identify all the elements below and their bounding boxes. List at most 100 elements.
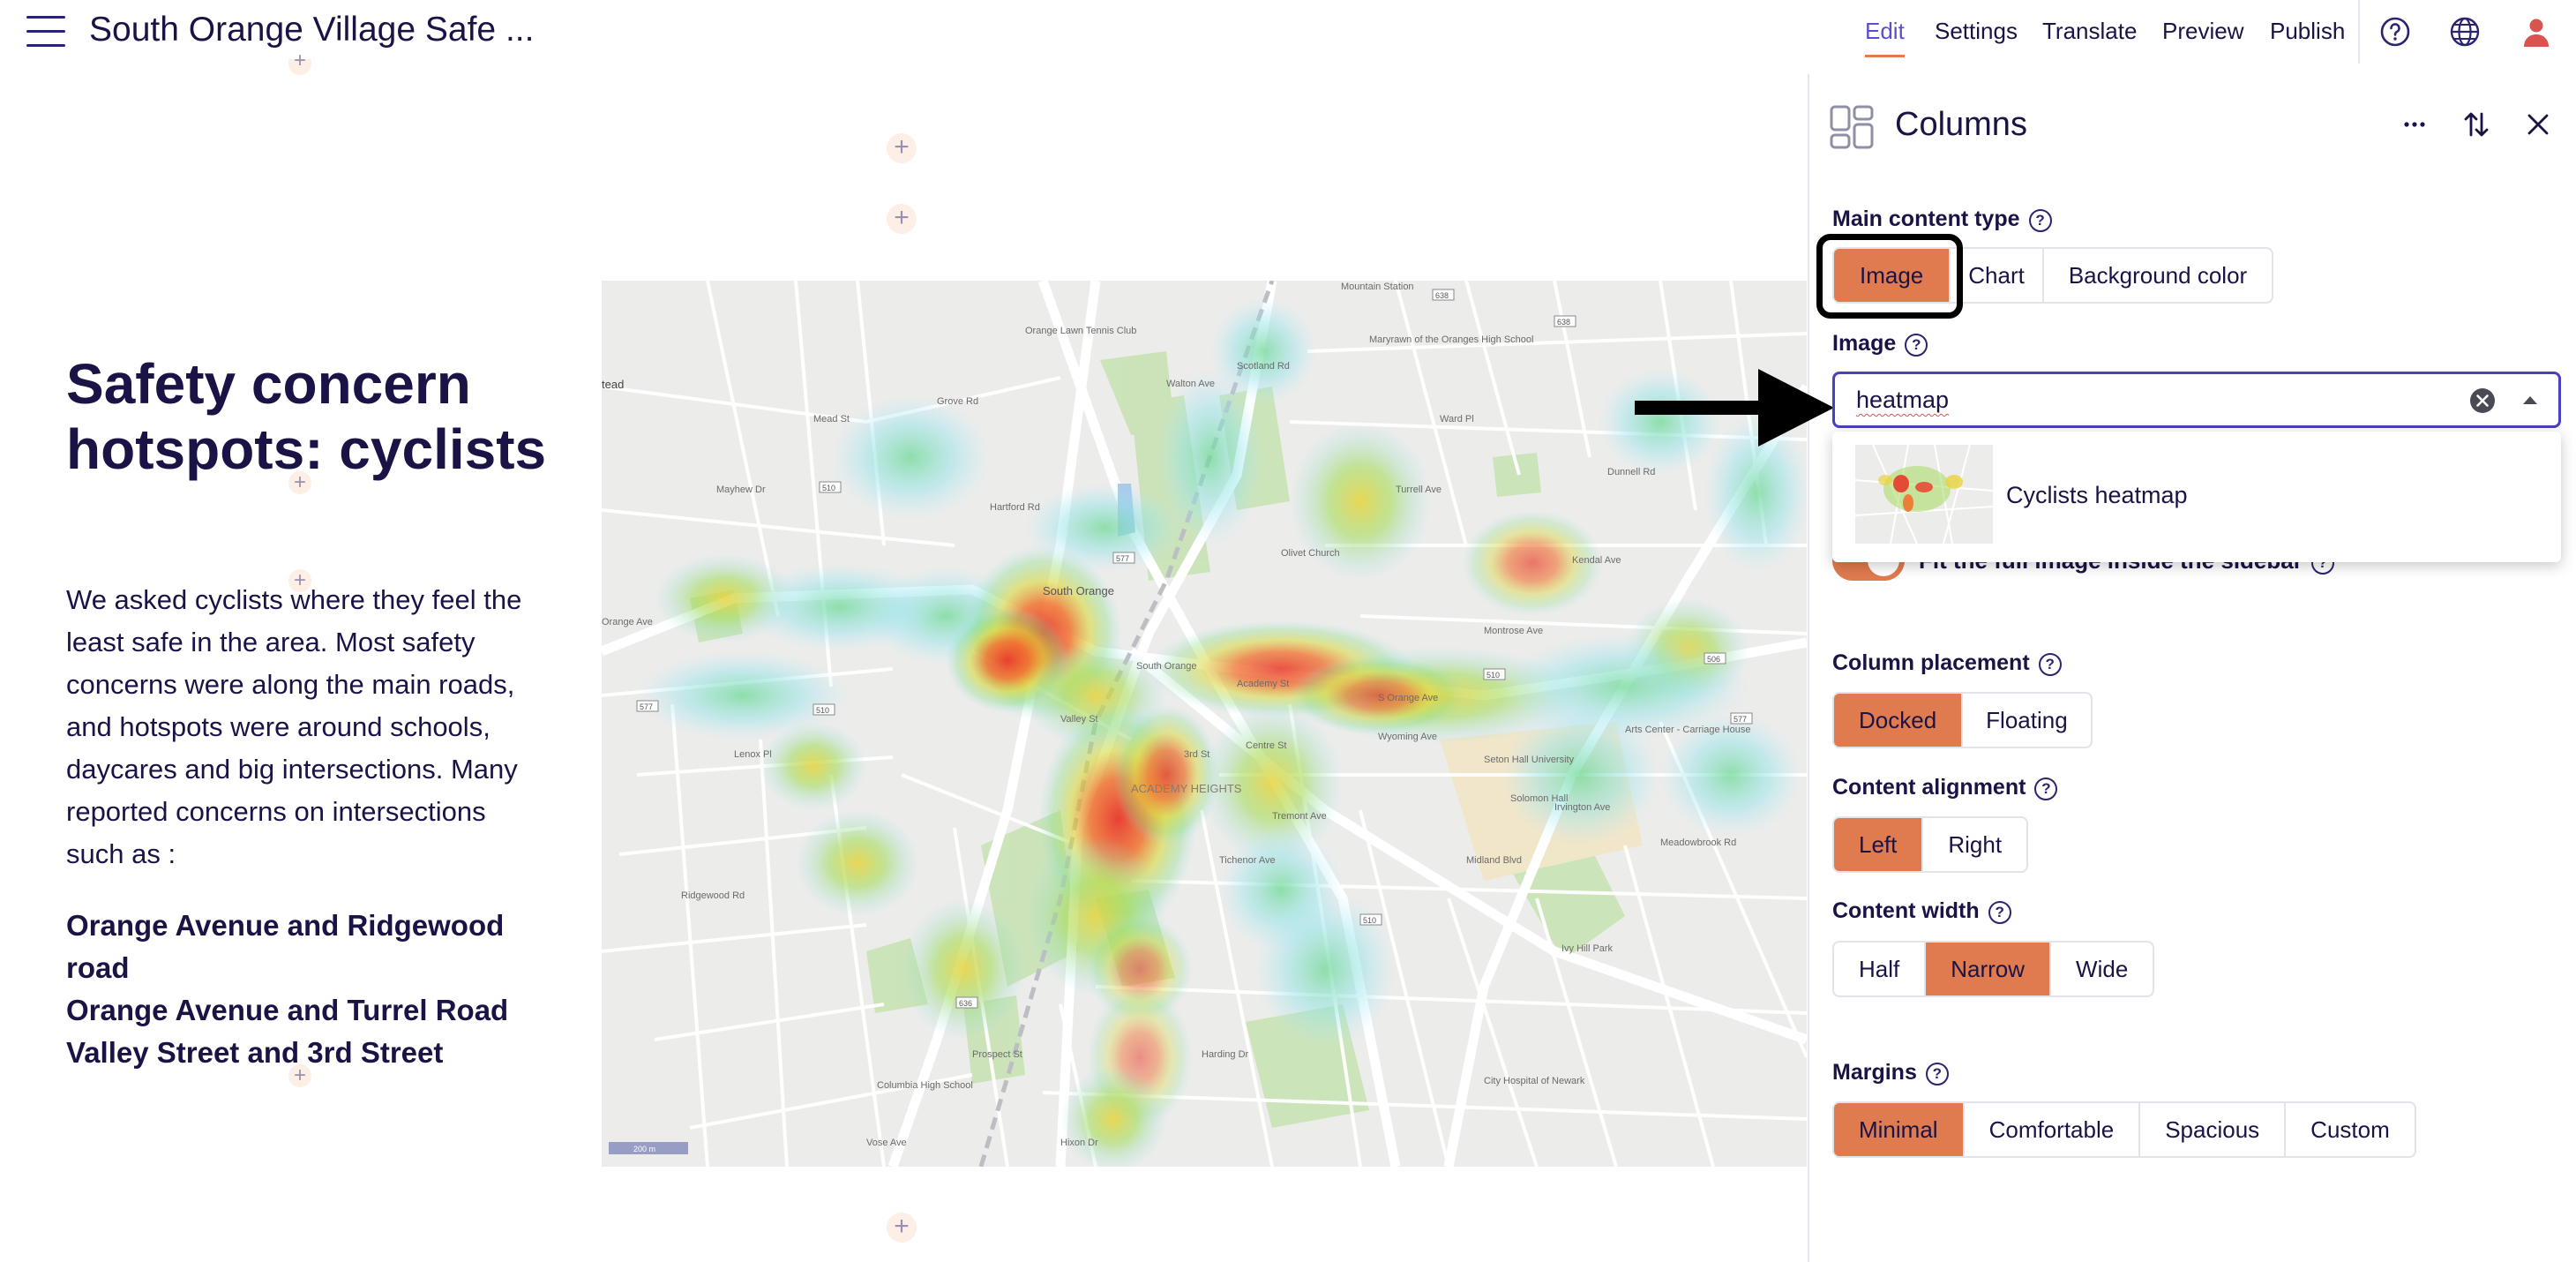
option-right[interactable]: Right xyxy=(1923,818,2026,871)
map-label: South Orange xyxy=(1136,661,1197,672)
option-image[interactable]: Image xyxy=(1834,249,1951,302)
map-shield: 577 xyxy=(1734,715,1747,724)
margins-selector: Minimal Comfortable Spacious Custom xyxy=(1832,1101,2416,1158)
map-shield: 506 xyxy=(1707,655,1720,664)
map-shield: 638 xyxy=(1435,291,1449,300)
map-label: Mayhew Dr xyxy=(716,485,766,495)
nav-divider xyxy=(2358,0,2360,64)
map-label: Vose Ave xyxy=(866,1138,907,1148)
hamburger-menu-icon[interactable] xyxy=(26,16,69,48)
map-label: Columbia High School xyxy=(877,1080,973,1091)
option-spacious[interactable]: Spacious xyxy=(2140,1103,2287,1156)
option-comfortable[interactable]: Comfortable xyxy=(1965,1103,2141,1156)
option-custom[interactable]: Custom xyxy=(2286,1103,2415,1156)
field-label-text: Image xyxy=(1832,331,1897,356)
add-block-button[interactable]: + xyxy=(288,50,311,75)
map-label: Hartford Rd xyxy=(990,502,1040,513)
main-content-type-label: Main content type? xyxy=(1832,207,2052,232)
intersection-item: Orange Avenue and Ridgewood road xyxy=(66,909,505,984)
question-circle-icon[interactable]: ? xyxy=(1988,901,2011,924)
map-label: Lenox Pl xyxy=(734,749,772,760)
map-shield: 510 xyxy=(1486,671,1500,680)
image-search-results: Cyclists heatmap xyxy=(1832,432,2561,562)
user-icon[interactable] xyxy=(2520,15,2553,49)
map-label: Tremont Ave xyxy=(1272,811,1327,822)
nav-edit[interactable]: Edit xyxy=(1865,18,1905,57)
map-label: Ward Pl xyxy=(1440,414,1474,424)
map-label: Academy St xyxy=(1237,679,1289,689)
map-shield: 638 xyxy=(1557,318,1570,327)
ellipsis-icon[interactable] xyxy=(2398,108,2431,141)
map-label: tead xyxy=(602,378,624,391)
map-shield: 510 xyxy=(822,484,835,492)
field-label-text: Column placement xyxy=(1832,650,2030,675)
story-body-text[interactable]: We asked cyclists where they feel the le… xyxy=(66,579,543,875)
heatmap-map-image[interactable]: tead South Orange Orange Lawn Tennis Clu… xyxy=(602,281,1807,1167)
map-label: Montrose Ave xyxy=(1484,626,1543,636)
app-title: South Orange Village Safe ... xyxy=(89,11,535,49)
margins-label: Margins? xyxy=(1832,1060,1949,1085)
map-label: Ridgewood Rd xyxy=(681,890,745,901)
columns-layout-icon xyxy=(1830,105,1874,149)
close-icon[interactable] xyxy=(2521,108,2555,141)
add-block-button[interactable]: + xyxy=(288,1064,311,1087)
map-label: Turrell Ave xyxy=(1396,485,1442,495)
search-result-label: Cyclists heatmap xyxy=(2006,482,2188,508)
sidebar-title: Columns xyxy=(1895,106,2027,143)
story-headline[interactable]: Safety concern hotspots: cyclists xyxy=(66,351,560,482)
search-value: heatmap xyxy=(1856,387,1950,413)
add-block-button[interactable]: + xyxy=(887,204,917,234)
image-search-input[interactable]: heatmap xyxy=(1832,372,2561,428)
add-block-button[interactable]: + xyxy=(887,1213,917,1243)
question-circle-icon[interactable]: ? xyxy=(2028,209,2052,232)
option-narrow[interactable]: Narrow xyxy=(1926,943,2052,995)
option-minimal[interactable]: Minimal xyxy=(1834,1103,1965,1156)
field-label-text: Margins xyxy=(1832,1060,1917,1085)
option-half[interactable]: Half xyxy=(1834,943,1927,995)
caret-up-icon[interactable] xyxy=(2520,392,2540,409)
map-label: Midland Blvd xyxy=(1466,855,1522,866)
globe-icon[interactable] xyxy=(2448,15,2482,49)
nav-publish[interactable]: Publish xyxy=(2270,18,2345,45)
map-label: Walton Ave xyxy=(1166,379,1215,389)
add-block-button[interactable]: + xyxy=(887,133,917,163)
intersection-item: Valley Street and 3rd Street xyxy=(66,1036,444,1069)
option-docked[interactable]: Docked xyxy=(1834,694,1964,747)
map-label: Harding Dr xyxy=(1202,1049,1249,1060)
map-label: Kendal Ave xyxy=(1572,555,1621,566)
add-block-button[interactable]: + xyxy=(288,471,311,494)
map-label: Wyoming Ave xyxy=(1378,732,1437,742)
question-circle-icon[interactable]: ? xyxy=(1905,334,1928,357)
question-circle-icon[interactable]: ? xyxy=(1925,1063,1949,1085)
map-label: Olivet Church xyxy=(1281,548,1340,559)
map-shield: 510 xyxy=(1363,916,1376,925)
option-wide[interactable]: Wide xyxy=(2051,943,2153,995)
map-label: Mead St xyxy=(813,414,850,424)
option-background-color[interactable]: Background color xyxy=(2044,249,2272,302)
heatmap-thumbnail xyxy=(1855,445,1993,544)
question-circle-icon[interactable]: ? xyxy=(2034,777,2058,800)
map-shield: 636 xyxy=(959,999,972,1008)
question-circle-icon[interactable]: ? xyxy=(2038,653,2062,676)
image-label: Image? xyxy=(1832,331,1928,357)
nav-preview[interactable]: Preview xyxy=(2162,18,2243,45)
map-label: 3rd St xyxy=(1184,749,1209,760)
intersection-list[interactable]: Orange Avenue and Ridgewood road Orange … xyxy=(66,905,560,1074)
map-label: ACADEMY HEIGHTS xyxy=(1131,782,1242,795)
map-label: Orange Ave xyxy=(602,617,653,627)
option-floating[interactable]: Floating xyxy=(1963,694,2091,747)
map-shield: 577 xyxy=(640,702,653,711)
nav-translate[interactable]: Translate xyxy=(2042,18,2137,45)
map-label: Orange Lawn Tennis Club xyxy=(1025,326,1136,336)
option-left[interactable]: Left xyxy=(1834,818,1924,871)
clear-circle-icon[interactable] xyxy=(2468,387,2497,415)
nav-settings[interactable]: Settings xyxy=(1935,18,2018,45)
option-chart[interactable]: Chart xyxy=(1951,249,2044,302)
swap-vertical-icon[interactable] xyxy=(2460,108,2493,141)
map-scale: 200 m xyxy=(633,1145,655,1153)
field-label-text: Content width xyxy=(1832,898,1980,923)
map-label: Seton Hall University xyxy=(1484,755,1575,765)
search-result-item[interactable]: Cyclists heatmap xyxy=(1832,432,2561,562)
question-circle-icon[interactable] xyxy=(2378,15,2412,49)
map-label: Meadowbrook Rd xyxy=(1660,838,1736,848)
